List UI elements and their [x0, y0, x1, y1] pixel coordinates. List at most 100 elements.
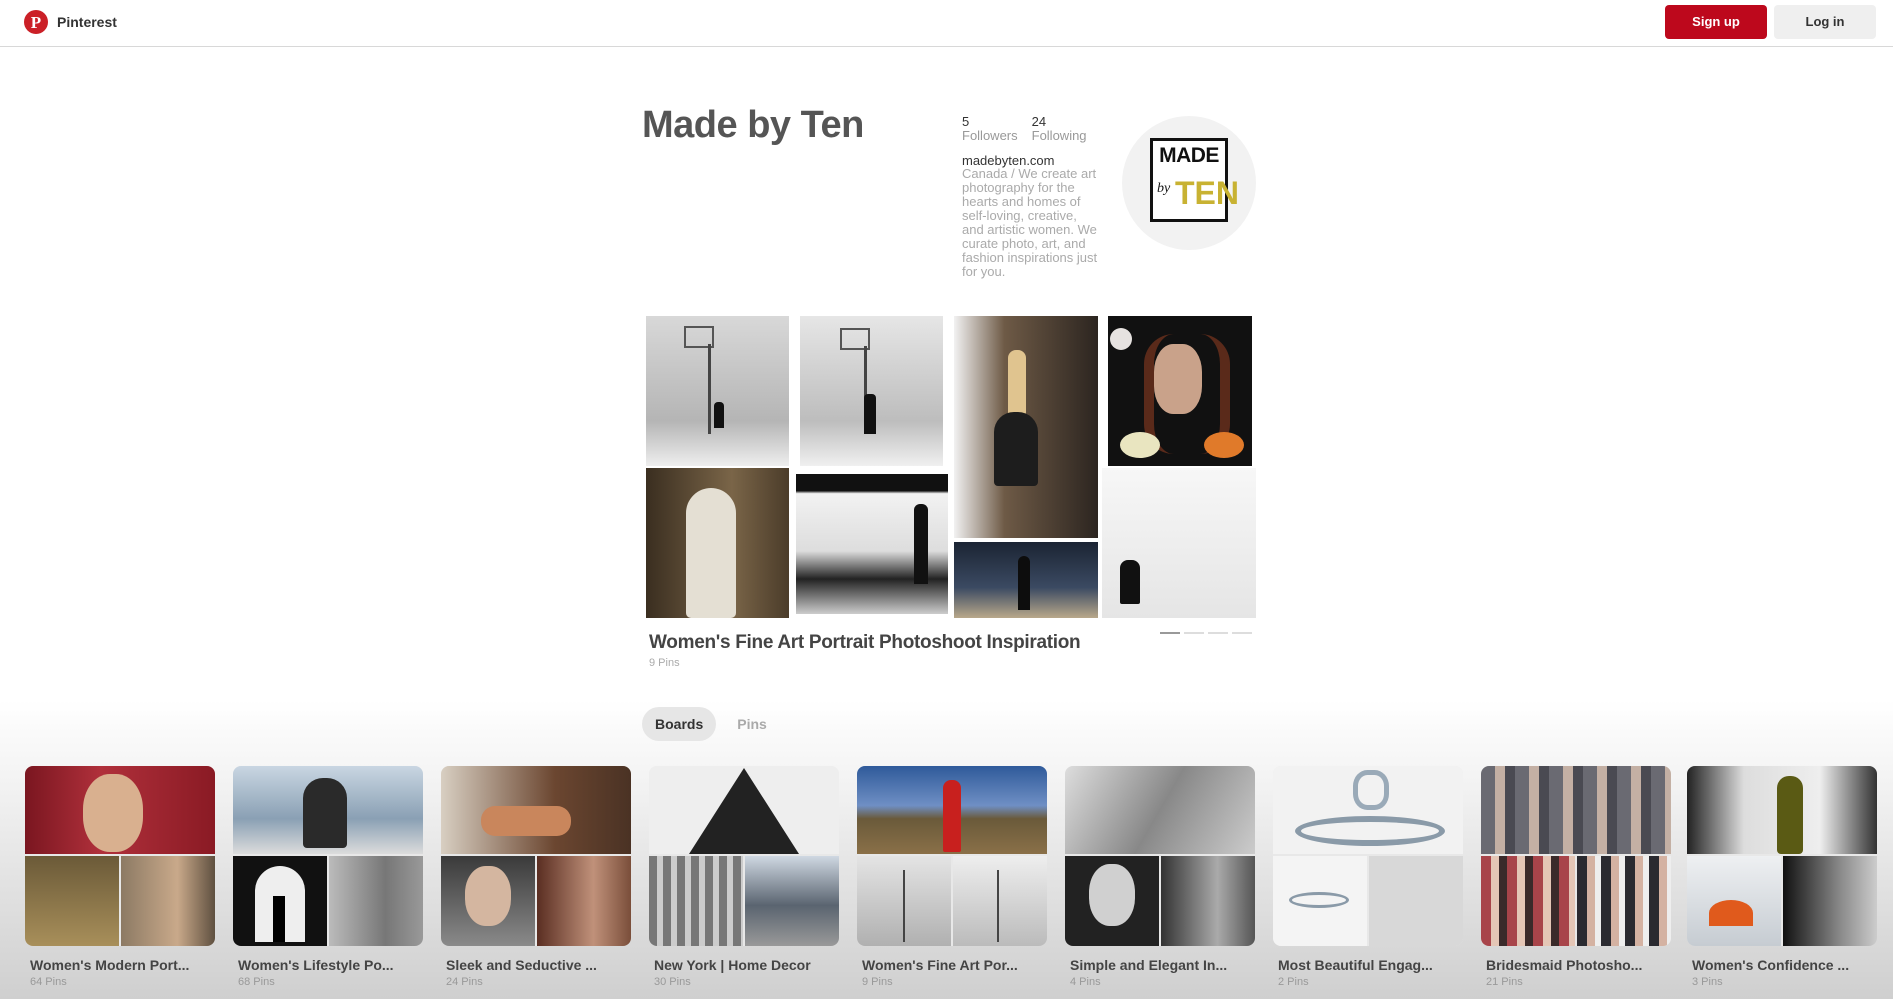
board-pin-count: 2 Pins — [1278, 976, 1309, 988]
board-name: New York | Home Decor — [654, 957, 811, 973]
board-name: Simple and Elegant In... — [1070, 957, 1228, 973]
followers-count: 5 — [962, 114, 970, 129]
board-cover — [1481, 766, 1671, 946]
featured-image — [1108, 316, 1252, 466]
board-cover — [1065, 766, 1255, 946]
board-cover-image — [1273, 766, 1463, 854]
board-cover-image — [1783, 856, 1877, 946]
pinterest-logo-icon[interactable]: P — [24, 10, 48, 34]
board-cover-image — [329, 856, 423, 946]
board-cover-image — [233, 856, 327, 946]
board-cover-image — [745, 856, 839, 946]
board-cover-image — [537, 856, 631, 946]
board-cover-image — [1065, 766, 1255, 854]
board-card[interactable]: Most Beautiful Engag... 2 Pins — [1273, 766, 1463, 988]
featured-board-title[interactable]: Women's Fine Art Portrait Photoshoot Ins… — [649, 632, 1081, 654]
board-cover — [857, 766, 1047, 946]
flatiron-building-image — [689, 768, 799, 854]
avatar: MADE by TEN — [1122, 116, 1256, 250]
login-button[interactable]: Log in — [1774, 5, 1876, 39]
board-name: Women's Fine Art Por... — [862, 957, 1018, 973]
carousel-dot[interactable] — [1184, 632, 1204, 634]
board-cover — [441, 766, 631, 946]
board-card[interactable]: Simple and Elegant In... 4 Pins — [1065, 766, 1255, 988]
tab-pins[interactable]: Pins — [724, 707, 780, 741]
following-label: Following — [1031, 128, 1087, 143]
board-name: Women's Lifestyle Po... — [238, 957, 394, 973]
board-cover-image — [649, 856, 743, 946]
board-cover-image — [857, 856, 951, 946]
followers-label: Followers — [962, 128, 1018, 143]
featured-board-collage[interactable] — [646, 316, 1256, 618]
featured-image — [646, 468, 789, 618]
board-cover — [233, 766, 423, 946]
board-cover — [649, 766, 839, 946]
top-bar: P Pinterest Sign up Log in — [0, 0, 1893, 47]
board-cover-image — [233, 766, 423, 854]
featured-image — [796, 474, 948, 614]
tab-boards[interactable]: Boards — [642, 707, 717, 741]
board-cover-image — [1369, 856, 1463, 946]
board-cover-image — [441, 856, 535, 946]
board-card[interactable]: Women's Confidence ... 3 Pins — [1687, 766, 1877, 988]
board-cover-image — [1687, 856, 1781, 946]
board-card[interactable]: Women's Modern Port... 64 Pins — [25, 766, 215, 988]
board-card[interactable]: Women's Fine Art Por... 9 Pins — [857, 766, 1047, 988]
followers-stat[interactable]: 5 Followers — [962, 115, 1018, 143]
board-pin-count: 9 Pins — [862, 976, 893, 988]
board-pin-count: 30 Pins — [654, 976, 691, 988]
board-card[interactable]: Bridesmaid Photosho... 21 Pins — [1481, 766, 1671, 988]
board-card[interactable]: Sleek and Seductive ... 24 Pins — [441, 766, 631, 988]
board-cover-image — [25, 856, 119, 946]
board-name: Sleek and Seductive ... — [446, 957, 597, 973]
avatar-logo: MADE by TEN — [1150, 138, 1239, 222]
featured-image — [954, 316, 1098, 538]
carousel-indicator — [1160, 632, 1252, 634]
profile-tabs: Boards Pins — [642, 707, 780, 741]
following-count: 24 — [1031, 114, 1047, 129]
board-pin-count: 21 Pins — [1486, 976, 1523, 988]
board-cover-image — [1481, 766, 1671, 854]
avatar-by-text: by — [1157, 181, 1171, 196]
board-cover — [1687, 766, 1877, 946]
board-cover-image — [441, 766, 631, 854]
featured-image — [954, 542, 1098, 618]
board-pin-count: 4 Pins — [1070, 976, 1101, 988]
profile-name: Made by Ten — [642, 104, 864, 146]
board-cover-image — [1481, 856, 1575, 946]
carousel-dot[interactable] — [1208, 632, 1228, 634]
board-cover — [1273, 766, 1463, 946]
board-cover-image — [1065, 856, 1159, 946]
board-cover-image — [649, 766, 839, 854]
board-cover-image — [1687, 766, 1877, 854]
board-name: Women's Confidence ... — [1692, 957, 1850, 973]
board-pin-count: 24 Pins — [446, 976, 483, 988]
featured-board-pin-count: 9 Pins — [649, 657, 680, 669]
board-cover-image — [1273, 856, 1367, 946]
board-cover-image — [25, 766, 215, 854]
board-cover-image — [1577, 856, 1671, 946]
board-name: Most Beautiful Engag... — [1278, 957, 1433, 973]
svg-text:P: P — [31, 13, 41, 32]
board-cover-image — [953, 856, 1047, 946]
avatar-made-text: MADE — [1159, 144, 1219, 167]
carousel-dot[interactable] — [1232, 632, 1252, 634]
brand-name[interactable]: Pinterest — [57, 14, 117, 30]
featured-image — [1102, 468, 1256, 618]
featured-image — [800, 316, 943, 466]
profile-stats: 5 Followers 24 Following — [962, 115, 1087, 143]
signup-button[interactable]: Sign up — [1665, 5, 1767, 39]
board-name: Women's Modern Port... — [30, 957, 190, 973]
board-card[interactable]: Women's Lifestyle Po... 68 Pins — [233, 766, 423, 988]
following-stat[interactable]: 24 Following — [1032, 115, 1087, 143]
board-cover-image — [857, 766, 1047, 854]
carousel-dot[interactable] — [1160, 632, 1180, 634]
board-name: Bridesmaid Photosho... — [1486, 957, 1643, 973]
featured-image — [646, 316, 789, 466]
avatar-ten-text: TEN — [1175, 175, 1239, 211]
profile-about: Canada / We create art photography for t… — [962, 166, 1098, 279]
board-cover-image — [1161, 856, 1255, 946]
board-card[interactable]: New York | Home Decor 30 Pins — [649, 766, 839, 988]
board-cover — [25, 766, 215, 946]
board-pin-count: 68 Pins — [238, 976, 275, 988]
